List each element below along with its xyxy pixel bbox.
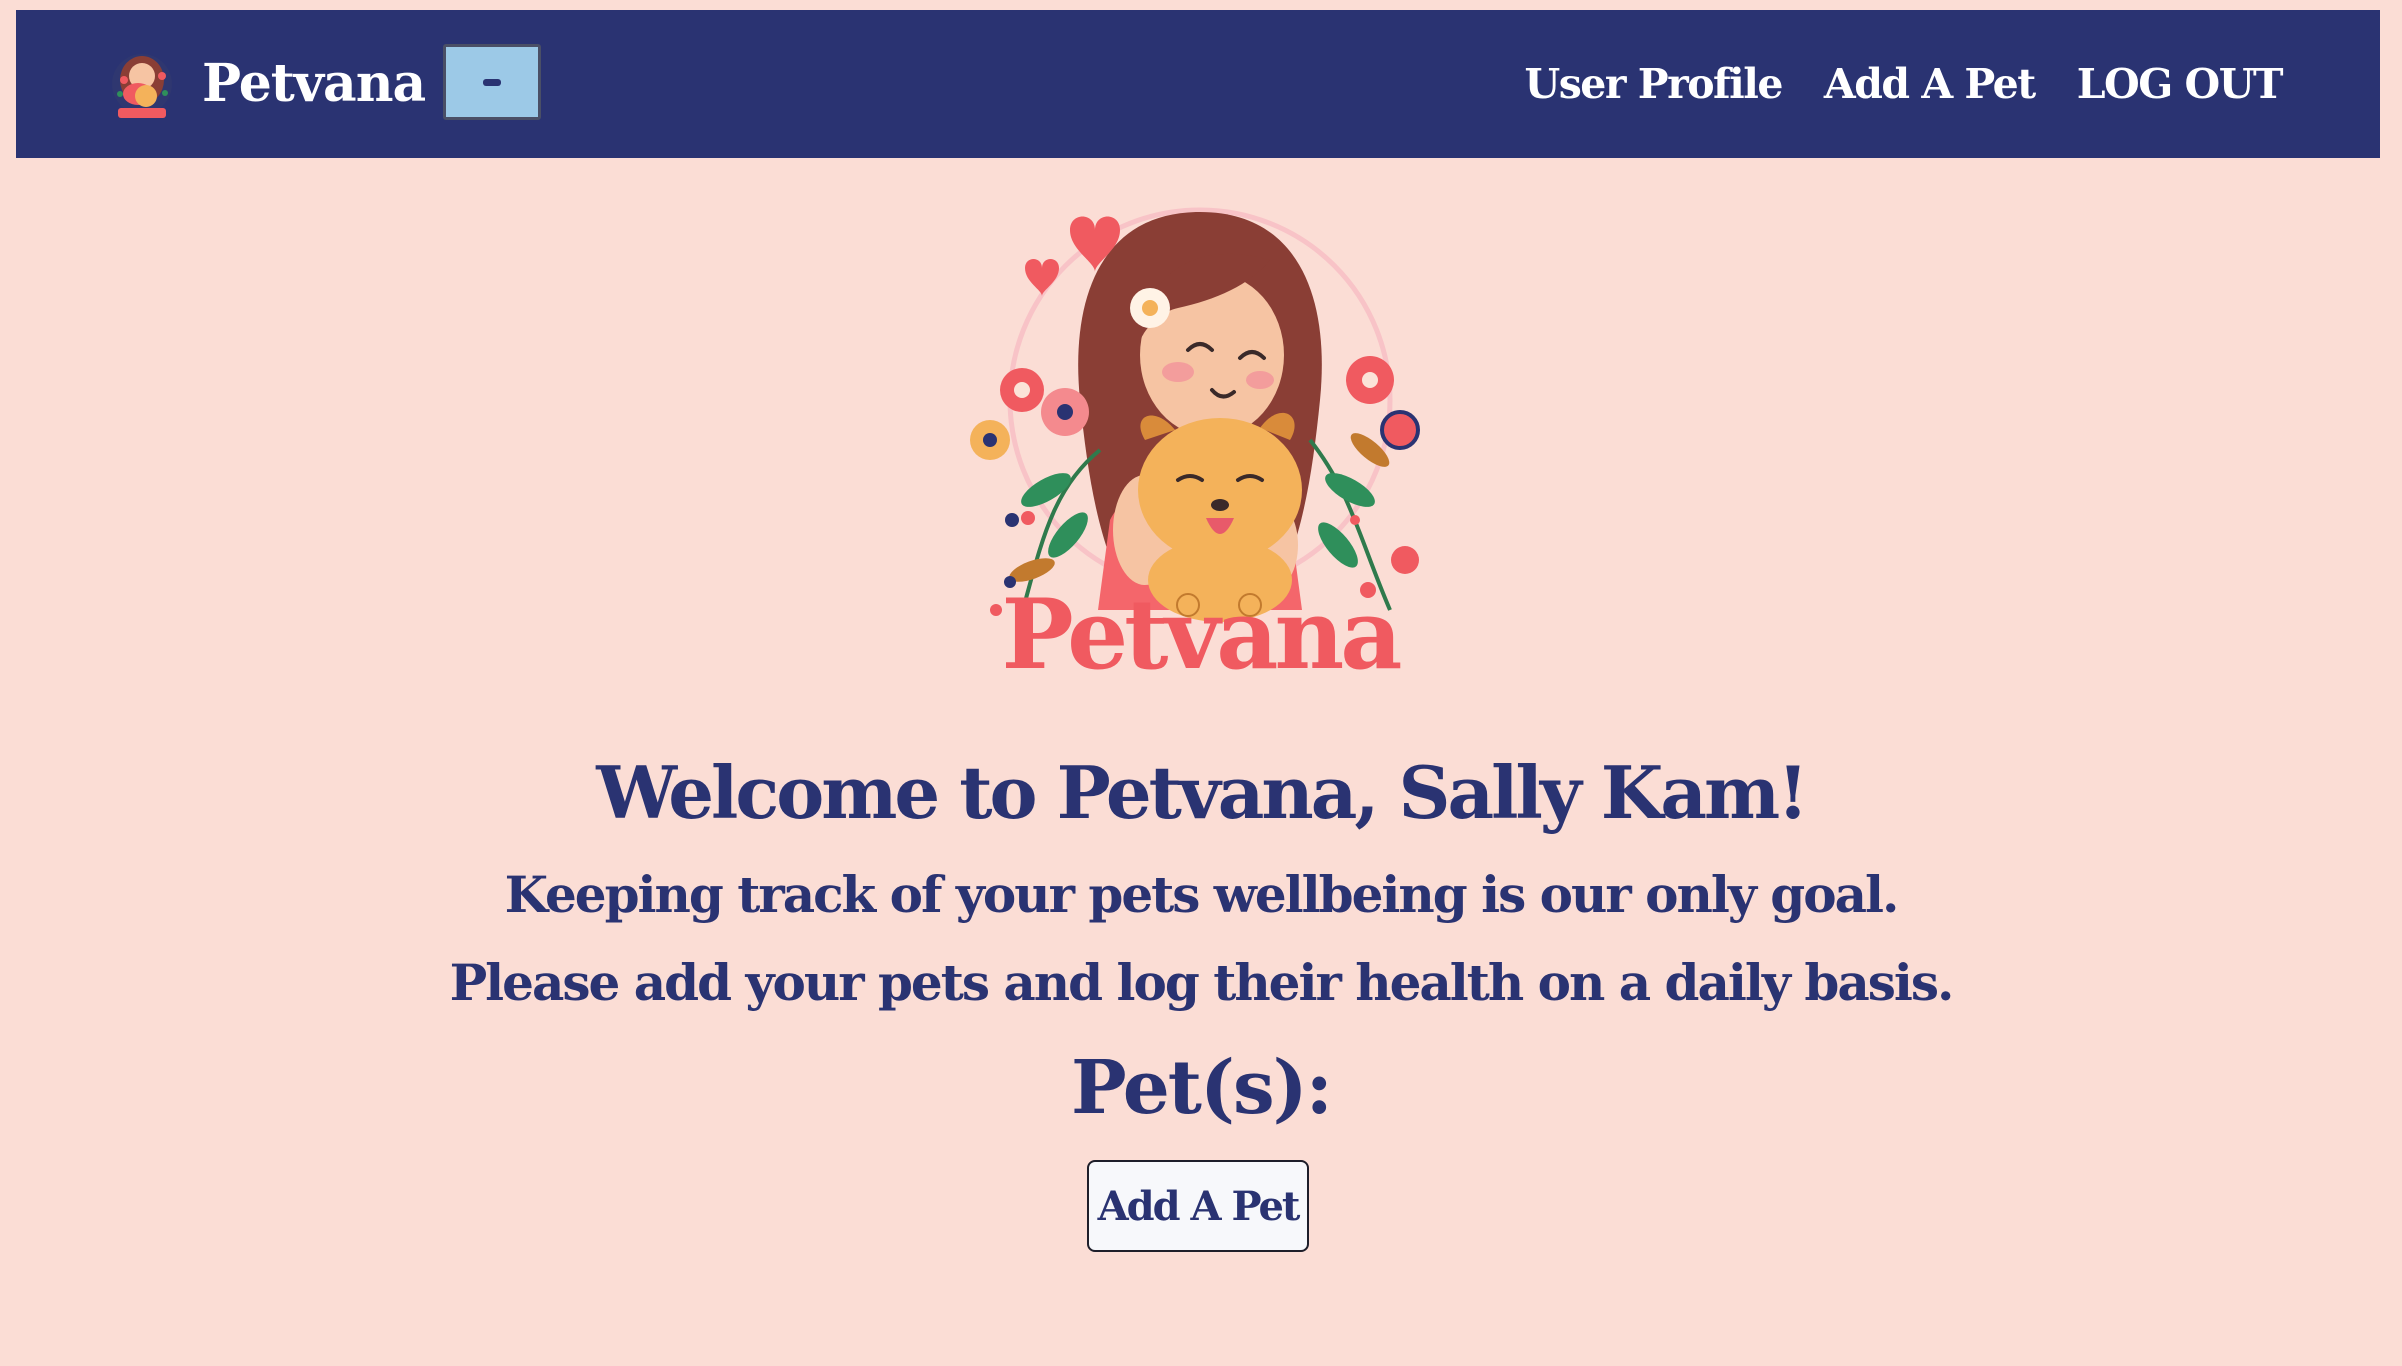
nav-link-user-profile[interactable]: User Profile	[1524, 60, 1783, 108]
petvana-logo-icon[interactable]	[94, 46, 190, 126]
tagline-secondary: Please add your pets and log their healt…	[449, 953, 1955, 1012]
hero-logo-wordmark: Petvana	[1001, 578, 1400, 680]
add-pet-button[interactable]: Add A Pet	[1087, 1160, 1309, 1252]
navbar: Petvana User Profile Add A Pet LOG OUT	[16, 10, 2380, 158]
nav-link-add-a-pet[interactable]: Add A Pet	[1824, 60, 2036, 108]
nav-links: User Profile Add A Pet LOG OUT	[1524, 10, 2284, 158]
menu-toggle-button[interactable]	[443, 44, 541, 120]
menu-toggle-icon	[483, 78, 501, 86]
tagline-primary: Keeping track of your pets wellbeing is …	[504, 865, 1900, 924]
hero-logo: Petvana	[970, 207, 1420, 680]
nav-link-log-out[interactable]: LOG OUT	[2077, 60, 2284, 108]
nav-brand[interactable]: Petvana	[202, 10, 426, 158]
welcome-heading: Welcome to Petvana, Sally Kam!	[596, 750, 1809, 835]
pets-heading: Pet(s):	[1071, 1045, 1333, 1131]
